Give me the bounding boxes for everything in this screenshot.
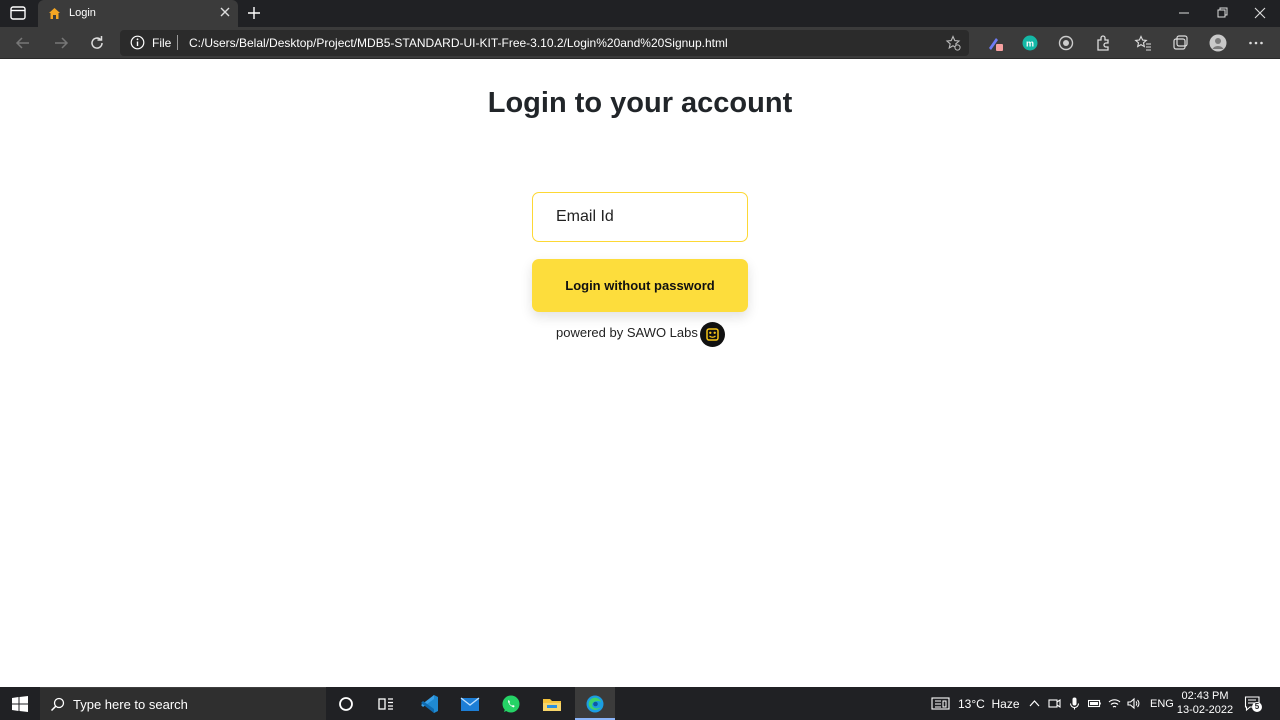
notifications-button[interactable]: 5 [1244,695,1262,713]
search-placeholder: Type here to search [73,697,188,712]
profile-avatar-icon[interactable] [1209,34,1227,52]
whatsapp-icon[interactable] [500,693,522,715]
minimize-icon[interactable] [1177,6,1191,20]
address-bar[interactable]: File C:/Users/Belal/Desktop/Project/MDB5… [120,30,969,56]
battery-icon[interactable] [1088,697,1101,710]
weather-text[interactable]: 13°C Haze [958,697,1020,711]
extensions-puzzle-icon[interactable] [1094,34,1112,52]
clock-date: 13-02-2022 [1176,704,1234,716]
window-close-icon[interactable] [1253,6,1267,20]
microphone-icon[interactable] [1068,697,1081,710]
add-favorite-icon[interactable] [945,35,961,51]
forward-arrow-icon[interactable] [52,34,70,52]
task-view-icon[interactable] [375,693,397,715]
extension-m-icon[interactable]: m [1021,34,1039,52]
sawo-logo-icon [700,322,725,347]
scheme-label: File [152,36,172,50]
wifi-icon[interactable] [1108,697,1121,710]
weather-news-icon[interactable] [931,697,950,710]
tab-title: Login [69,7,96,19]
browser-title-bar: Login [0,0,1280,27]
info-icon[interactable] [130,35,145,50]
home-favicon-icon [49,8,60,19]
cortana-icon[interactable] [335,693,357,715]
powered-by-text: powered by SAWO Labs [556,325,698,340]
clock-time: 02:43 PM [1181,690,1229,702]
vscode-icon[interactable] [418,693,440,715]
search-icon [50,697,65,712]
taskbar-search-box[interactable]: Type here to search [40,687,326,720]
plus-icon[interactable] [246,5,262,21]
tab-login[interactable]: Login [38,0,238,27]
language-indicator[interactable]: ENG [1150,698,1174,710]
more-options-icon[interactable] [1247,34,1265,52]
login-without-password-button[interactable]: Login without password [532,259,748,312]
tab-actions-icon[interactable] [10,6,26,20]
notifications-count: 5 [1252,702,1262,712]
back-arrow-icon[interactable] [14,34,32,52]
edge-icon[interactable] [584,693,606,715]
address-separator [177,35,178,50]
page-content: Login to your account Login without pass… [0,60,1280,687]
email-input[interactable] [532,192,748,242]
restore-icon[interactable] [1215,6,1229,20]
chevron-up-icon[interactable] [1028,697,1041,710]
volume-icon[interactable] [1127,697,1140,710]
svg-text:m: m [1026,39,1034,49]
windows-start-icon[interactable] [12,696,28,712]
file-explorer-icon[interactable] [541,693,563,715]
page-title: Login to your account [487,87,793,119]
collections-icon[interactable] [1171,34,1189,52]
taskbar-clock[interactable]: 02:43 PM 13-02-2022 [1174,689,1236,717]
refresh-icon[interactable] [88,34,106,52]
close-icon[interactable] [219,6,231,18]
extension-pen-icon[interactable] [986,34,1004,52]
mail-icon[interactable] [459,693,481,715]
address-url[interactable]: C:/Users/Belal/Desktop/Project/MDB5-STAN… [189,36,728,50]
extension-record-icon[interactable] [1057,34,1075,52]
favorites-icon[interactable] [1134,34,1152,52]
windows-taskbar: Type here to search 13°C Haze ENG 02:43 … [0,687,1280,720]
browser-toolbar: File C:/Users/Belal/Desktop/Project/MDB5… [0,27,1280,59]
meet-now-icon[interactable] [1048,697,1061,710]
